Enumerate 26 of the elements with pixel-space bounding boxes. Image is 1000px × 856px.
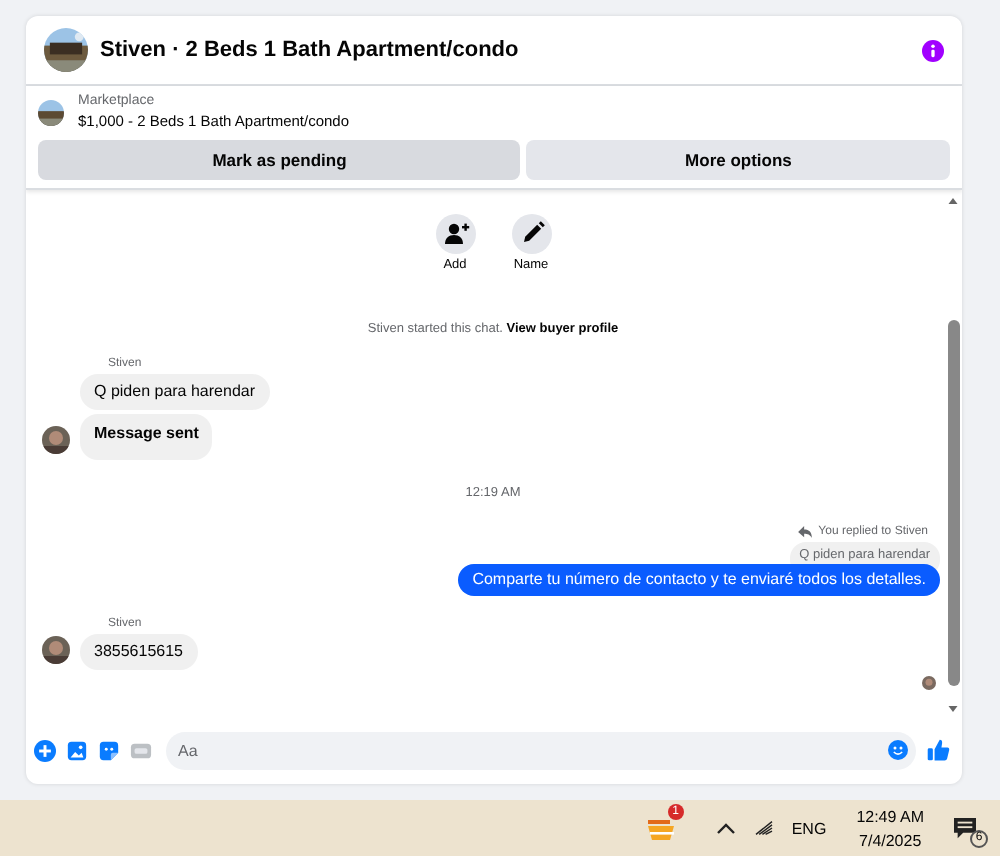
thumbs-up-icon[interactable] bbox=[926, 738, 950, 762]
image-icon[interactable] bbox=[66, 739, 88, 761]
scroll-up-icon[interactable] bbox=[948, 198, 958, 204]
sticker-icon[interactable] bbox=[98, 739, 120, 761]
message-bubble: Comparte tu número de contacto y te enviaré todos los detalles. bbox=[458, 564, 940, 596]
message-bubble: 3855615615 bbox=[80, 634, 197, 670]
pencil-icon[interactable] bbox=[511, 214, 551, 254]
info-icon[interactable] bbox=[922, 39, 944, 61]
message-input[interactable]: Aa bbox=[166, 731, 916, 769]
listing-button[interactable]: More options bbox=[526, 140, 950, 180]
clock[interactable]: 12:49 AM 7/4/2025 bbox=[856, 807, 924, 849]
emoji-icon[interactable] bbox=[888, 740, 908, 760]
add-person-icon[interactable] bbox=[435, 214, 475, 254]
app-icon[interactable] bbox=[645, 814, 678, 842]
scrollbar-thumb[interactable] bbox=[947, 320, 959, 686]
notifications-icon[interactable] bbox=[954, 818, 976, 840]
plus-icon[interactable] bbox=[34, 739, 56, 761]
scroll-down-icon[interactable] bbox=[948, 706, 958, 712]
message-bubble: Q piden para harendar bbox=[80, 374, 269, 410]
wifi-icon[interactable] bbox=[753, 820, 774, 836]
message-bubble: Message sent bbox=[80, 414, 213, 460]
language-indicator[interactable]: ENG bbox=[791, 819, 827, 837]
listing-button[interactable]: Mark as pending bbox=[38, 140, 521, 180]
conversation-title: Stiven · 2 Beds 1 Bath Apartment/condo bbox=[100, 38, 521, 62]
reply-icon bbox=[798, 526, 813, 538]
chevron-up-icon[interactable] bbox=[715, 820, 736, 836]
